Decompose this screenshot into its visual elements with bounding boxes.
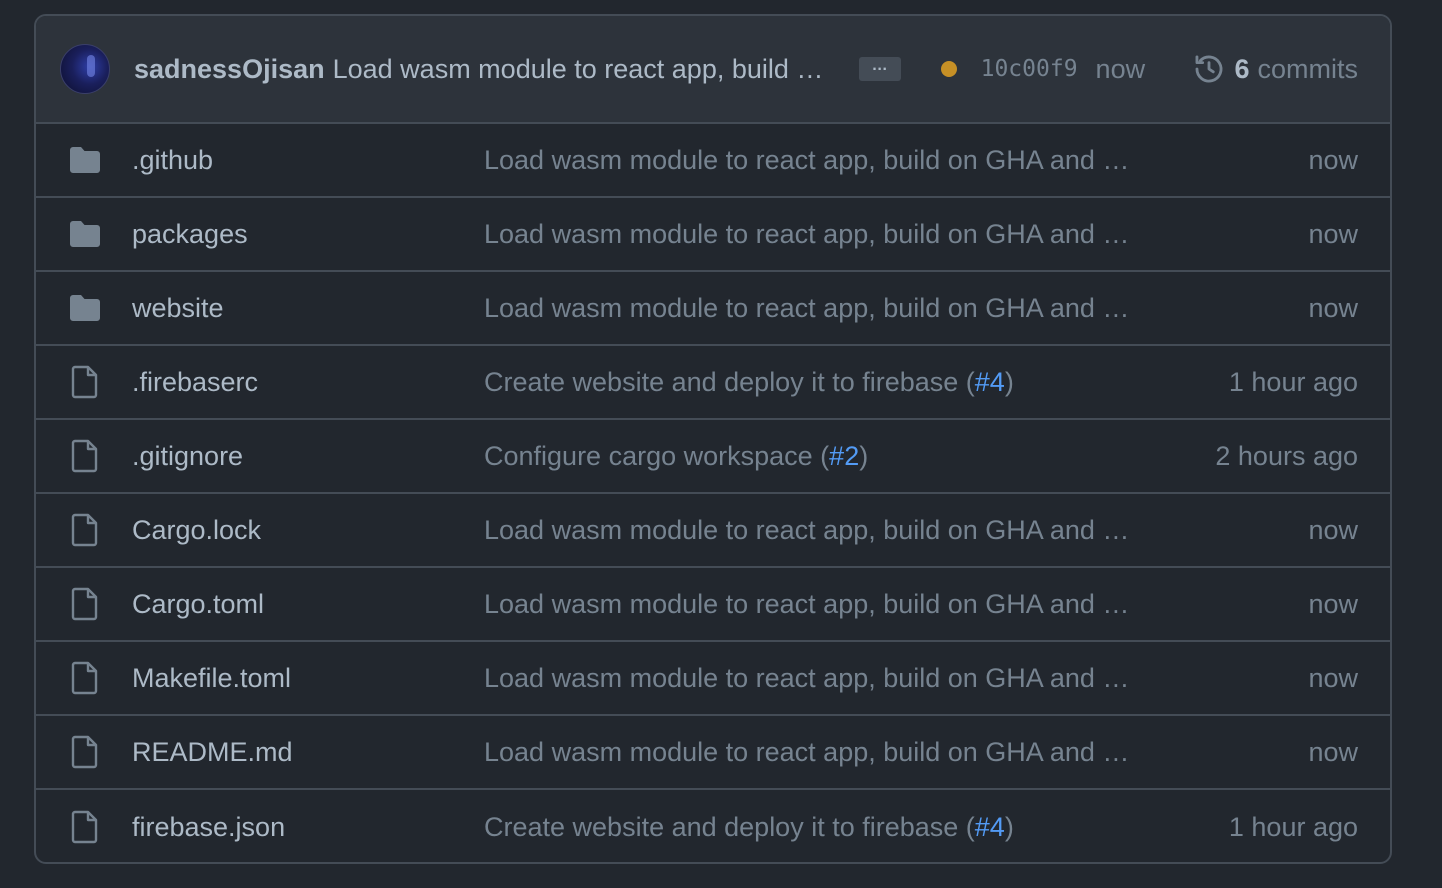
file-commit-message[interactable]: Create website and deploy it to firebase… xyxy=(484,812,1134,843)
file-commit-message-text[interactable]: Load wasm module to react app, build on … xyxy=(484,145,1134,175)
file-name-link[interactable]: README.md xyxy=(132,737,484,768)
file-commit-message-text[interactable]: Load wasm module to react app, build on … xyxy=(484,589,1134,619)
file-row[interactable]: Cargo.toml Load wasm module to react app,… xyxy=(36,568,1390,642)
file-commit-time: now xyxy=(1308,736,1358,767)
file-icon xyxy=(66,587,104,621)
pull-request-link[interactable]: #4 xyxy=(975,367,1005,397)
file-commit-time: now xyxy=(1308,292,1358,323)
file-commit-time: 2 hours ago xyxy=(1215,440,1358,471)
file-row[interactable]: website Load wasm module to react app, bu… xyxy=(36,272,1390,346)
file-commit-time: now xyxy=(1308,588,1358,619)
file-commit-time: 1 hour ago xyxy=(1228,811,1358,842)
file-commit-message-text[interactable]: Configure cargo workspace ( xyxy=(484,441,829,471)
file-commit-message-text[interactable]: Create website and deploy it to firebase… xyxy=(484,812,975,842)
folder-icon xyxy=(66,220,104,248)
file-row[interactable]: .gitignore Configure cargo workspace (#2)… xyxy=(36,420,1390,494)
file-row[interactable]: .firebaserc Create website and deploy it … xyxy=(36,346,1390,420)
latest-commit-bar: sadnessOjisan Load wasm module to react … xyxy=(36,16,1390,124)
file-commit-message-text[interactable]: Load wasm module to react app, build on … xyxy=(484,219,1134,249)
file-icon xyxy=(66,661,104,695)
expand-commit-button[interactable]: … xyxy=(858,57,901,81)
pull-request-link[interactable]: #2 xyxy=(829,441,859,471)
file-commit-message[interactable]: Load wasm module to react app, build on … xyxy=(484,737,1134,768)
commit-message[interactable]: Load wasm module to react app, build on … xyxy=(333,54,831,85)
file-row[interactable]: Makefile.toml Load wasm module to react a… xyxy=(36,642,1390,716)
file-row[interactable]: packages Load wasm module to react app, b… xyxy=(36,198,1390,272)
commit-time: now xyxy=(1095,53,1146,84)
file-name-link[interactable]: packages xyxy=(132,219,484,250)
file-name-link[interactable]: .github xyxy=(132,145,484,176)
file-commit-message[interactable]: Load wasm module to react app, build on … xyxy=(484,219,1134,250)
file-name-link[interactable]: .gitignore xyxy=(132,441,484,472)
commits-history-link[interactable]: 6 commits xyxy=(1192,52,1358,86)
folder-icon xyxy=(66,294,104,322)
file-commit-message[interactable]: Load wasm module to react app, build on … xyxy=(484,663,1134,694)
file-name-link[interactable]: .firebaserc xyxy=(132,367,484,398)
file-commit-message[interactable]: Load wasm module to react app, build on … xyxy=(484,293,1134,324)
file-commit-time: now xyxy=(1308,662,1358,693)
file-commit-time: now xyxy=(1308,218,1358,249)
file-commit-message-text[interactable]: Load wasm module to react app, build on … xyxy=(484,515,1134,545)
history-icon xyxy=(1196,55,1223,83)
commit-status-icon[interactable] xyxy=(940,61,957,77)
file-commit-message-text[interactable]: Load wasm module to react app, build on … xyxy=(484,737,1134,767)
file-commit-message[interactable]: Load wasm module to react app, build on … xyxy=(484,589,1134,620)
commit-sha[interactable]: 10c00f9 xyxy=(981,56,1078,82)
file-commit-message-text[interactable]: Load wasm module to react app, build on … xyxy=(484,663,1134,693)
file-commit-time: now xyxy=(1308,144,1358,175)
file-icon xyxy=(66,735,104,769)
commit-author[interactable]: sadnessOjisan xyxy=(134,54,325,85)
file-icon xyxy=(66,513,104,547)
file-name-link[interactable]: Makefile.toml xyxy=(132,663,484,694)
file-commit-message[interactable]: Load wasm module to react app, build on … xyxy=(484,515,1134,546)
file-commit-message[interactable]: Load wasm module to react app, build on … xyxy=(484,145,1134,176)
folder-icon xyxy=(66,146,104,174)
file-icon xyxy=(66,439,104,473)
author-avatar[interactable] xyxy=(60,44,110,94)
file-commit-time: 1 hour ago xyxy=(1228,366,1358,397)
commits-label: commits xyxy=(1257,53,1359,84)
file-browser: sadnessOjisan Load wasm module to react … xyxy=(34,14,1392,864)
file-name-link[interactable]: Cargo.toml xyxy=(132,589,484,620)
file-row[interactable]: Cargo.lock Load wasm module to react app,… xyxy=(36,494,1390,568)
file-commit-time: now xyxy=(1308,514,1358,545)
pull-request-link[interactable]: #4 xyxy=(975,812,1005,842)
file-list: .github Load wasm module to react app, bu… xyxy=(36,124,1390,862)
commit-count: 6 xyxy=(1234,53,1250,84)
file-name-link[interactable]: firebase.json xyxy=(132,812,484,843)
file-row[interactable]: firebase.json Create website and deploy i… xyxy=(36,790,1390,862)
file-icon xyxy=(66,810,104,844)
file-icon xyxy=(66,365,104,399)
file-commit-message[interactable]: Create website and deploy it to firebase… xyxy=(484,367,1134,398)
file-name-link[interactable]: website xyxy=(132,293,484,324)
file-commit-message-text[interactable]: Create website and deploy it to firebase… xyxy=(484,367,975,397)
file-commit-message[interactable]: Configure cargo workspace (#2) xyxy=(484,441,1134,472)
file-row[interactable]: .github Load wasm module to react app, bu… xyxy=(36,124,1390,198)
file-row[interactable]: README.md Load wasm module to react app, … xyxy=(36,716,1390,790)
file-name-link[interactable]: Cargo.lock xyxy=(132,515,484,546)
file-commit-message-text[interactable]: Load wasm module to react app, build on … xyxy=(484,293,1134,323)
